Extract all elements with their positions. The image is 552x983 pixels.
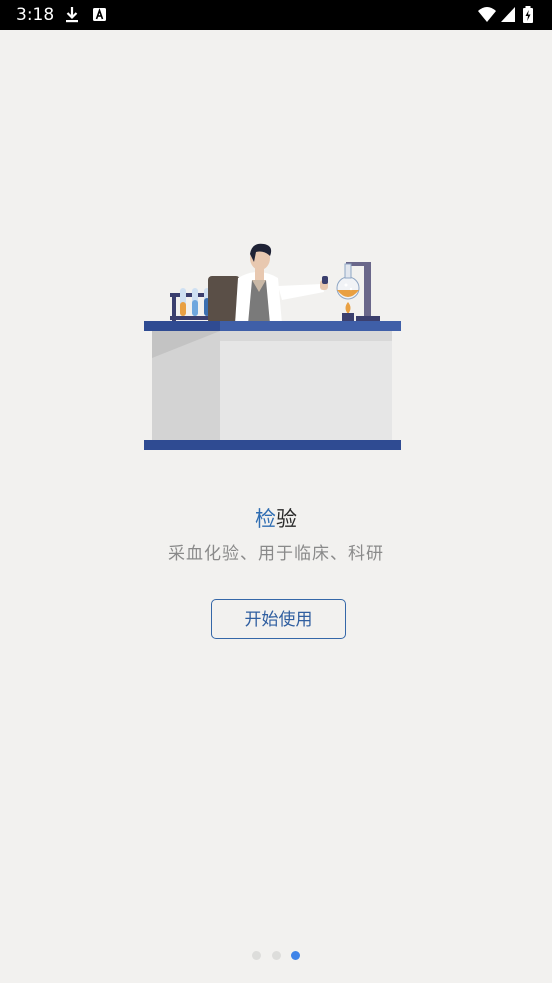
title-rest: 验: [276, 507, 297, 531]
page-indicator: [0, 951, 552, 961]
download-icon: [66, 7, 78, 23]
status-bar: 3:18: [0, 0, 552, 30]
a-notification-icon: [93, 8, 106, 21]
page-dot-1: [252, 951, 261, 960]
wifi-icon: [478, 7, 496, 22]
title-accent-char: 检: [255, 507, 276, 531]
page-dot-2: [272, 951, 281, 960]
signal-icon: [501, 7, 515, 22]
page-subtitle: 采血化验、用于临床、科研: [168, 544, 384, 564]
page-dot-3-active: [291, 951, 300, 960]
start-button[interactable]: 开始使用: [211, 599, 346, 639]
battery-charging-icon: [523, 6, 533, 23]
doctor-at-lab-bench-illustration: [144, 243, 401, 450]
page-title: 检验: [0, 504, 552, 534]
status-time: 3:18: [16, 5, 55, 25]
